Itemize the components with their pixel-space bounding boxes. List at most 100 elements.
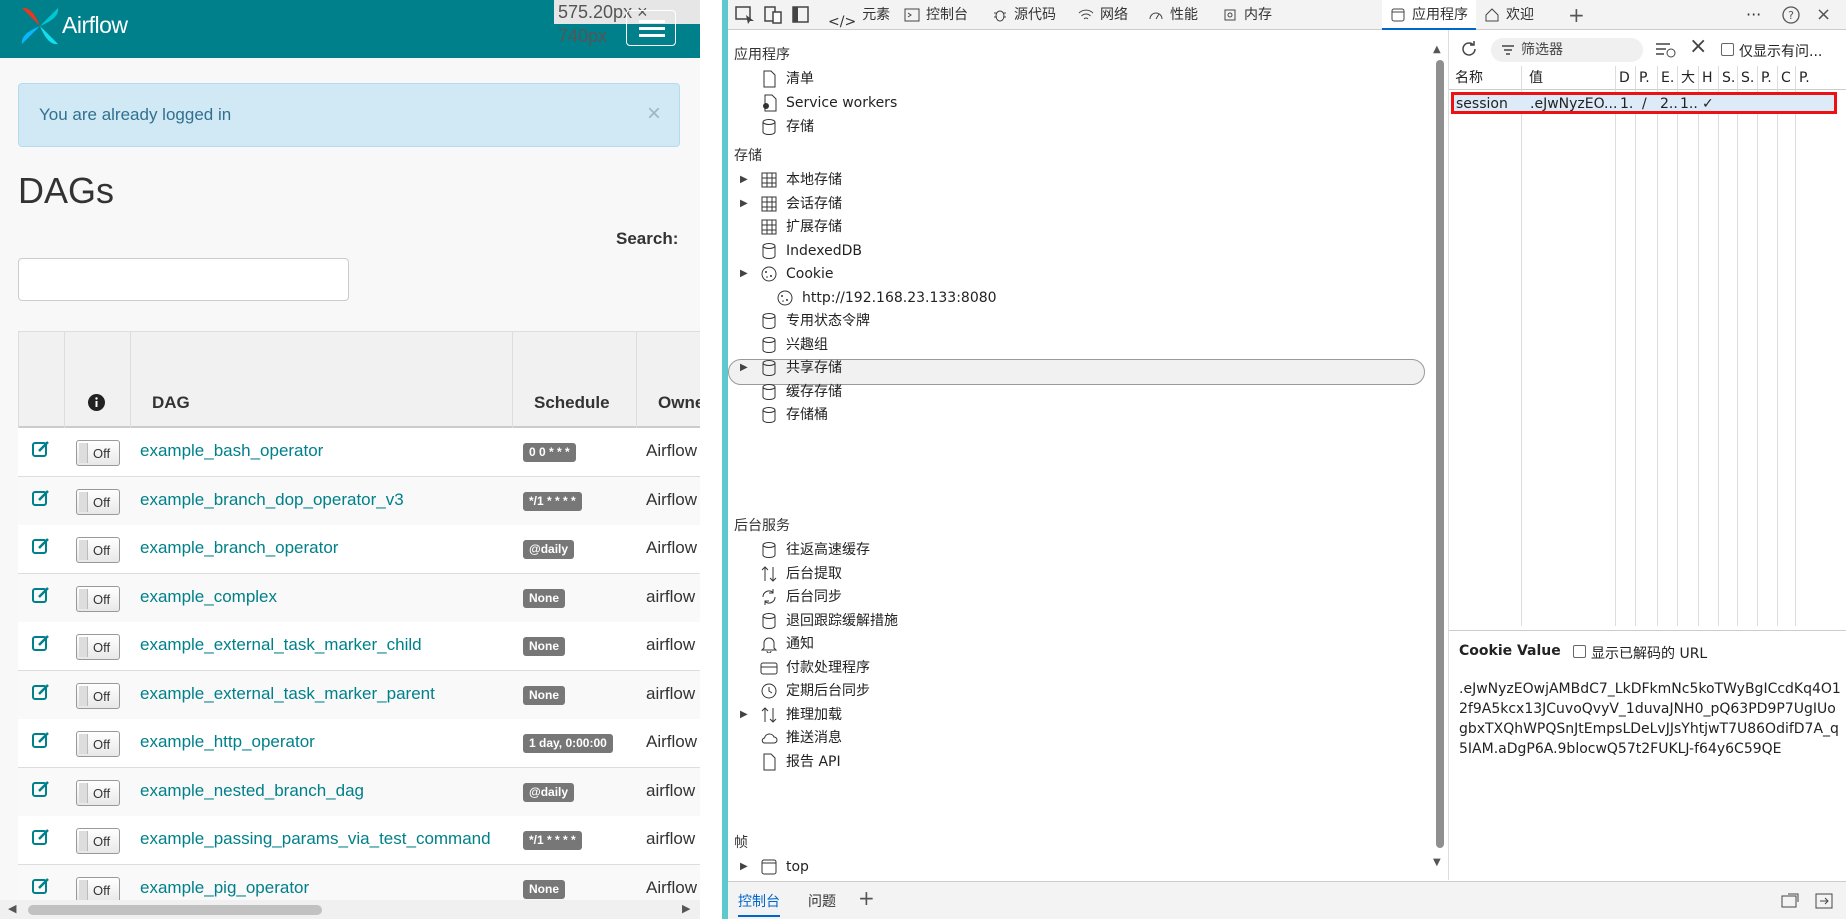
tree-item-speculative-loads[interactable]: 推理加载 — [760, 703, 842, 727]
dag-link[interactable]: example_external_task_marker_child — [140, 635, 422, 655]
close-icon[interactable]: × — [647, 100, 661, 128]
column-expires[interactable]: E. — [1661, 66, 1674, 90]
expand-arrow-icon[interactable]: ▶ — [740, 861, 748, 872]
column-secure[interactable]: S. — [1722, 66, 1735, 90]
tab-sources[interactable]: 源代码 — [992, 0, 1056, 30]
tree-item-local-storage[interactable]: 本地存储 — [760, 168, 842, 192]
column-schedule[interactable]: Schedule — [534, 393, 610, 413]
tree-item-private-state-tokens[interactable]: 专用状态令牌 — [760, 309, 870, 333]
drawer-tab-console[interactable]: 控制台 — [738, 891, 780, 917]
tree-item-storage-buckets[interactable]: 存储桶 — [760, 403, 828, 427]
tree-item-shared-storage[interactable]: 共享存储 — [760, 356, 842, 380]
dag-link[interactable]: example_pig_operator — [140, 878, 309, 898]
column-name[interactable]: 名称 — [1455, 66, 1483, 90]
cookie-value-text[interactable]: .eJwNyzEOwjAMBdC7_LkDFkmNc5koTWyBgICcdKq… — [1459, 679, 1844, 759]
tab-network[interactable]: 网络 — [1078, 0, 1128, 30]
edit-icon[interactable] — [32, 586, 50, 604]
column-domain[interactable]: D — [1619, 66, 1630, 90]
delete-selected-icon[interactable]: × — [1689, 34, 1707, 59]
edit-icon[interactable] — [32, 440, 50, 458]
tree-item-service-workers[interactable]: Service workers — [760, 91, 897, 115]
tree-item-background-sync[interactable]: 后台同步 — [760, 585, 842, 609]
column-dag[interactable]: DAG — [152, 393, 190, 413]
sidebar-scrollbar-thumb[interactable] — [1436, 60, 1444, 848]
dag-link[interactable]: example_passing_params_via_test_command — [140, 829, 491, 849]
tab-console[interactable]: 控制台 — [904, 0, 968, 30]
tab-welcome[interactable]: 欢迎 — [1484, 0, 1534, 30]
expand-arrow-icon[interactable]: ▶ — [740, 709, 748, 720]
dag-toggle[interactable]: Off — [76, 488, 120, 515]
dag-toggle[interactable]: Off — [76, 537, 120, 563]
more-options-icon[interactable]: ··· — [1746, 0, 1761, 30]
inspect-element-icon[interactable] — [734, 5, 756, 25]
dag-toggle[interactable]: Off — [76, 828, 120, 854]
cookie-row-session[interactable]: session .eJwNyzEO... 1. / 2.. 1.. ✓ M — [1451, 92, 1837, 114]
dag-toggle[interactable]: Off — [76, 876, 120, 903]
column-partition-key[interactable]: P. — [1761, 66, 1772, 90]
expand-arrow-icon[interactable]: ▶ — [740, 268, 748, 279]
tree-item-session-storage[interactable]: 会话存储 — [760, 192, 842, 216]
scroll-up-arrow-icon[interactable]: ▲ — [1433, 44, 1441, 55]
tree-item-extension-storage[interactable]: 扩展存储 — [760, 215, 842, 239]
tab-application[interactable]: 应用程序 — [1382, 0, 1476, 30]
column-cross-site[interactable]: C — [1781, 66, 1791, 90]
dag-toggle[interactable]: Off — [76, 682, 120, 709]
dag-toggle[interactable]: Off — [76, 440, 120, 466]
dag-link[interactable]: example_nested_branch_dag — [140, 781, 364, 801]
scroll-right-arrow-icon[interactable]: ▶ — [682, 902, 690, 915]
tree-item-back-forward-cache[interactable]: 往返高速缓存 — [760, 538, 870, 562]
tree-item-push-messaging[interactable]: 推送消息 — [760, 726, 842, 750]
brand-name[interactable]: Airflow — [62, 12, 128, 39]
tree-item-manifest[interactable]: 清单 — [760, 67, 814, 91]
airflow-logo-icon[interactable] — [18, 4, 62, 48]
search-input[interactable] — [18, 258, 349, 301]
dag-toggle[interactable]: Off — [76, 731, 120, 757]
column-size[interactable]: 大 — [1681, 66, 1695, 90]
dag-link[interactable]: example_branch_dop_operator_v3 — [140, 490, 404, 510]
only-issues-checkbox[interactable] — [1721, 43, 1734, 56]
tree-item-storage[interactable]: 存储 — [760, 115, 814, 139]
close-icon[interactable]: × — [1816, 0, 1831, 30]
edit-icon[interactable] — [32, 828, 50, 846]
tree-item-cookie-origin[interactable]: http://192.168.23.133:8080 — [776, 286, 997, 310]
tree-item-periodic-sync[interactable]: 定期后台同步 — [760, 679, 870, 703]
dag-toggle[interactable]: Off — [76, 779, 120, 806]
expand-drawer-icon[interactable] — [1814, 892, 1834, 910]
edit-icon[interactable] — [32, 683, 50, 701]
tree-item-interest-groups[interactable]: 兴趣组 — [760, 333, 828, 357]
column-value[interactable]: 值 — [1529, 66, 1543, 90]
scroll-down-arrow-icon[interactable]: ▼ — [1433, 857, 1441, 868]
dag-toggle[interactable]: Off — [76, 585, 120, 612]
edit-icon[interactable] — [32, 489, 50, 507]
column-httponly[interactable]: H — [1702, 66, 1713, 90]
add-tab-plus-icon[interactable]: + — [858, 886, 875, 910]
column-path[interactable]: P. — [1639, 66, 1650, 90]
dag-link[interactable]: example_http_operator — [140, 732, 315, 752]
dag-link[interactable]: example_external_task_marker_parent — [140, 684, 435, 704]
clear-filtered-icon[interactable] — [1655, 40, 1677, 58]
dock-side-icon[interactable] — [790, 5, 812, 25]
column-samesite[interactable]: S. — [1741, 66, 1754, 90]
tree-item-indexeddb[interactable]: IndexedDB — [760, 239, 862, 263]
horizontal-scrollbar-thumb[interactable] — [28, 905, 322, 915]
column-owner[interactable]: Owne — [658, 393, 700, 413]
edit-icon[interactable] — [32, 780, 50, 798]
device-emulation-icon[interactable] — [762, 5, 784, 25]
show-decoded-checkbox[interactable] — [1573, 645, 1586, 658]
expand-arrow-icon[interactable]: ▶ — [740, 198, 748, 209]
edit-icon[interactable] — [32, 634, 50, 652]
dag-toggle[interactable]: Off — [76, 634, 120, 660]
drawer-tab-issues[interactable]: 问题 — [808, 891, 836, 911]
expand-arrow-icon[interactable]: ▶ — [740, 362, 748, 373]
scroll-left-arrow-icon[interactable]: ◀ — [8, 902, 16, 915]
tree-item-notifications[interactable]: 通知 — [760, 632, 814, 656]
tree-item-top-frame[interactable]: top — [760, 855, 809, 879]
refresh-icon[interactable] — [1459, 39, 1479, 59]
hamburger-menu-button[interactable] — [626, 10, 676, 46]
edit-icon[interactable] — [32, 731, 50, 749]
tree-item-background-fetch[interactable]: 后台提取 — [760, 562, 842, 586]
dag-link[interactable]: example_bash_operator — [140, 441, 323, 461]
column-priority[interactable]: P. — [1799, 66, 1810, 90]
tree-item-bounce-tracking[interactable]: 退回跟踪缓解措施 — [760, 609, 898, 633]
help-icon[interactable]: ? — [1780, 5, 1802, 25]
